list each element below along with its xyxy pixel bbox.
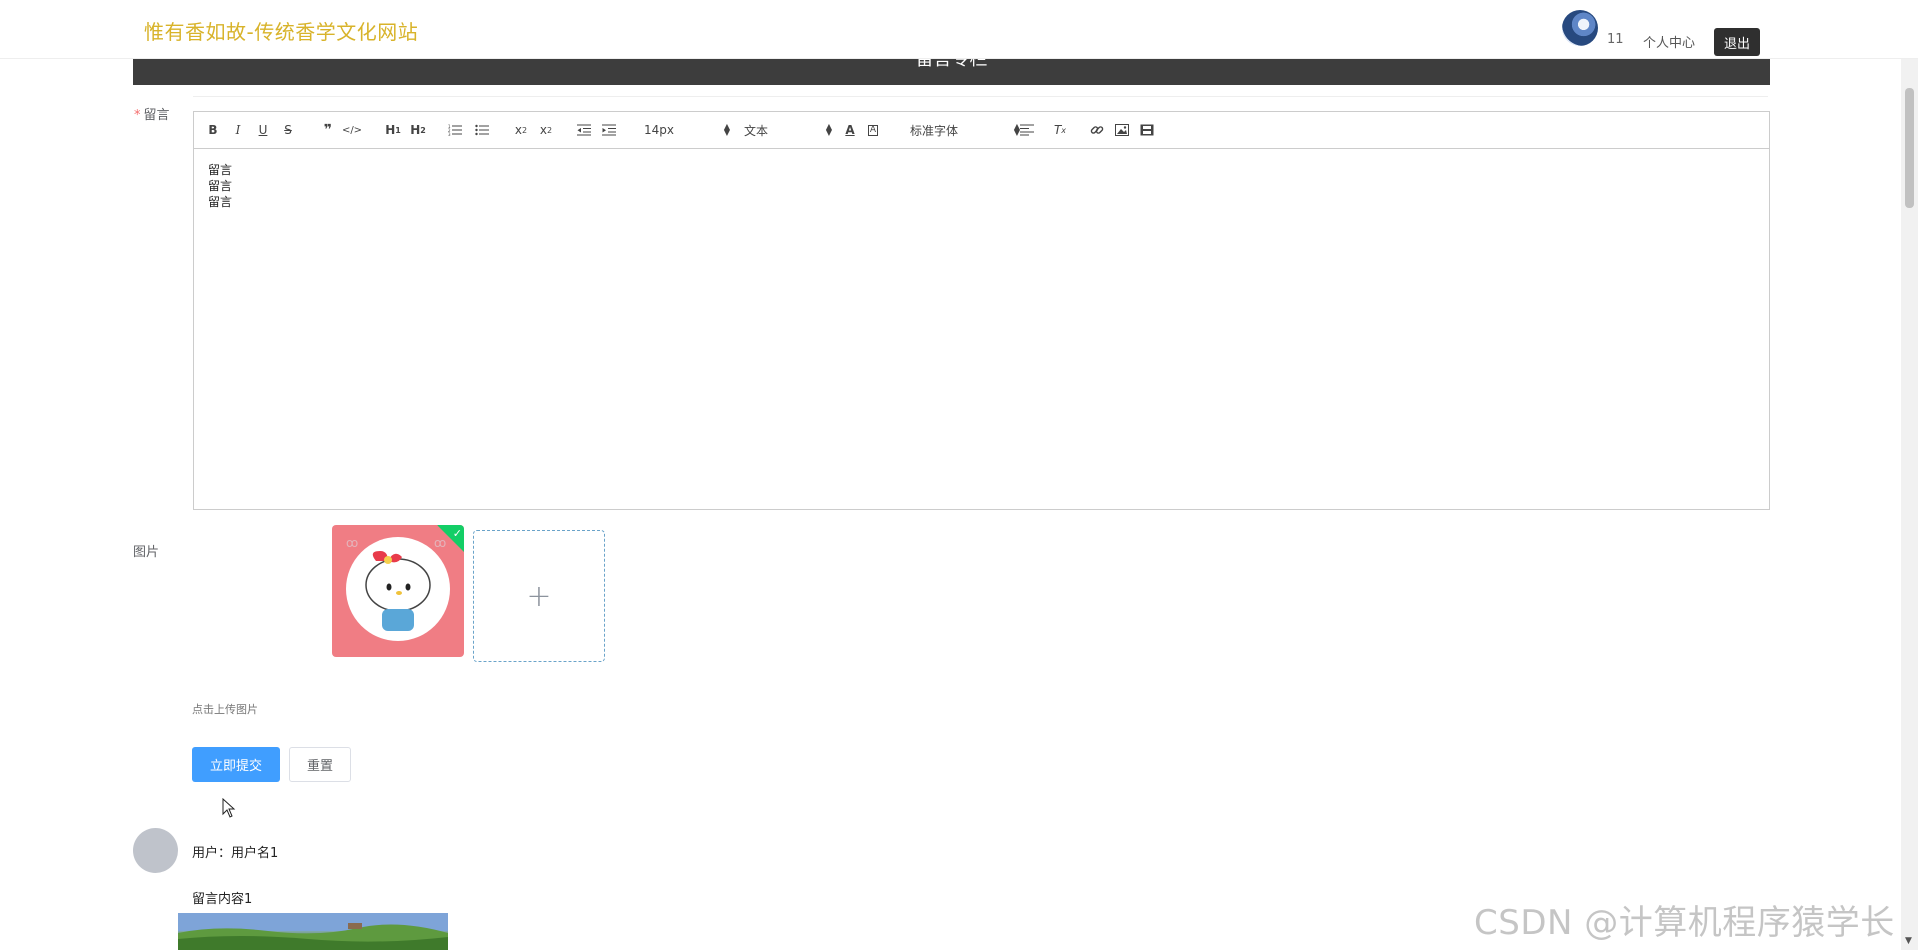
clear-format-icon[interactable]: Tx [1052,121,1068,139]
logout-button[interactable]: 退出 [1714,28,1760,56]
upload-tip: 点击上传图片 [192,703,258,716]
reset-button[interactable]: 重置 [289,747,351,782]
plus-icon: + [526,578,552,614]
comment-image [178,913,448,950]
rich-text-editor[interactable]: B I U S ❞ </> H1 H2 123 x2 x2 14px ▲ ▼ 文本… [193,111,1770,510]
submit-button[interactable]: 立即提交 [192,747,280,782]
align-left-icon[interactable] [1019,121,1035,139]
section-title: 留言专栏 [915,58,988,70]
svg-text:ꝏ: ꝏ [346,536,358,550]
image-upload-button[interactable]: + [473,530,605,662]
italic-button[interactable]: I [231,121,245,139]
mouse-cursor-icon [222,798,236,818]
indent-icon[interactable] [601,121,617,139]
font-color-icon[interactable]: A [843,121,857,139]
bullet-list-icon[interactable] [474,121,490,139]
link-icon[interactable] [1089,121,1105,139]
select-arrows-icon: ▲ ▼ [825,122,832,137]
user-count: 11 [1607,32,1624,47]
outdent-icon[interactable] [576,121,592,139]
font-family-select[interactable]: 标准字体 ▲ ▼ [910,121,1020,139]
editor-line: 留言 [208,195,233,209]
code-block-icon[interactable]: </> [342,121,362,139]
message-label-text: 留言 [143,108,170,123]
check-icon: ✓ [452,527,462,540]
section-header-bar: 留言专栏 [133,58,1770,85]
scroll-down-icon[interactable]: ▼ [1905,936,1912,946]
message-label: * 留言 [134,104,170,123]
uploaded-image-thumbnail[interactable]: ꝏ ꝏ ✓ [332,525,464,657]
page-scrollbar[interactable]: ▼ [1901,0,1918,950]
watermark: CSDN @计算机程序猿学长 [1474,903,1895,943]
blockquote-icon[interactable]: ❞ [320,121,336,139]
editor-line: 留言 [208,163,233,177]
header-select-value: 文本 [744,123,769,138]
font-family-value: 标准字体 [910,123,959,138]
top-navbar: 惟有香如故-传统香学文化网站 11 个人中心 退出 [0,0,1918,59]
background-color-icon[interactable]: A [866,121,880,139]
editor-toolbar: B I U S ❞ </> H1 H2 123 x2 x2 14px ▲ ▼ 文本… [194,112,1769,149]
image-icon[interactable] [1114,121,1130,139]
user-center-link[interactable]: 个人中心 [1643,32,1695,51]
comment-content: 留言内容1 [192,892,253,907]
strike-button[interactable]: S [281,121,295,139]
comment-avatar [133,828,178,873]
superscript-button[interactable]: x2 [537,121,555,139]
scrollbar-thumb[interactable] [1905,88,1914,208]
image-label: 图片 [133,545,160,560]
site-title[interactable]: 惟有香如故-传统香学文化网站 [144,16,418,45]
h2-button[interactable]: H2 [408,121,428,139]
editor-content[interactable]: 留言 留言 留言 [208,162,232,210]
required-mark: * [134,108,141,123]
editor-top-border [193,96,1768,111]
subscript-button[interactable]: x2 [512,121,530,139]
header-select[interactable]: 文本 ▲ ▼ [744,121,832,139]
ordered-list-icon[interactable]: 123 [447,121,463,139]
select-arrows-icon: ▲ ▼ [723,122,730,137]
underline-button[interactable]: U [256,121,270,139]
comment-username: 用户：用户名1 [192,846,279,861]
svg-text:ꝏ: ꝏ [434,536,446,550]
bold-button[interactable]: B [206,121,220,139]
editor-line: 留言 [208,179,233,193]
video-icon[interactable] [1139,121,1155,139]
font-size-value: 14px [644,123,674,137]
user-avatar[interactable] [1562,10,1598,46]
font-size-select[interactable]: 14px ▲ ▼ [644,121,730,139]
svg-text:3: 3 [448,132,451,136]
h1-button[interactable]: H1 [383,121,403,139]
